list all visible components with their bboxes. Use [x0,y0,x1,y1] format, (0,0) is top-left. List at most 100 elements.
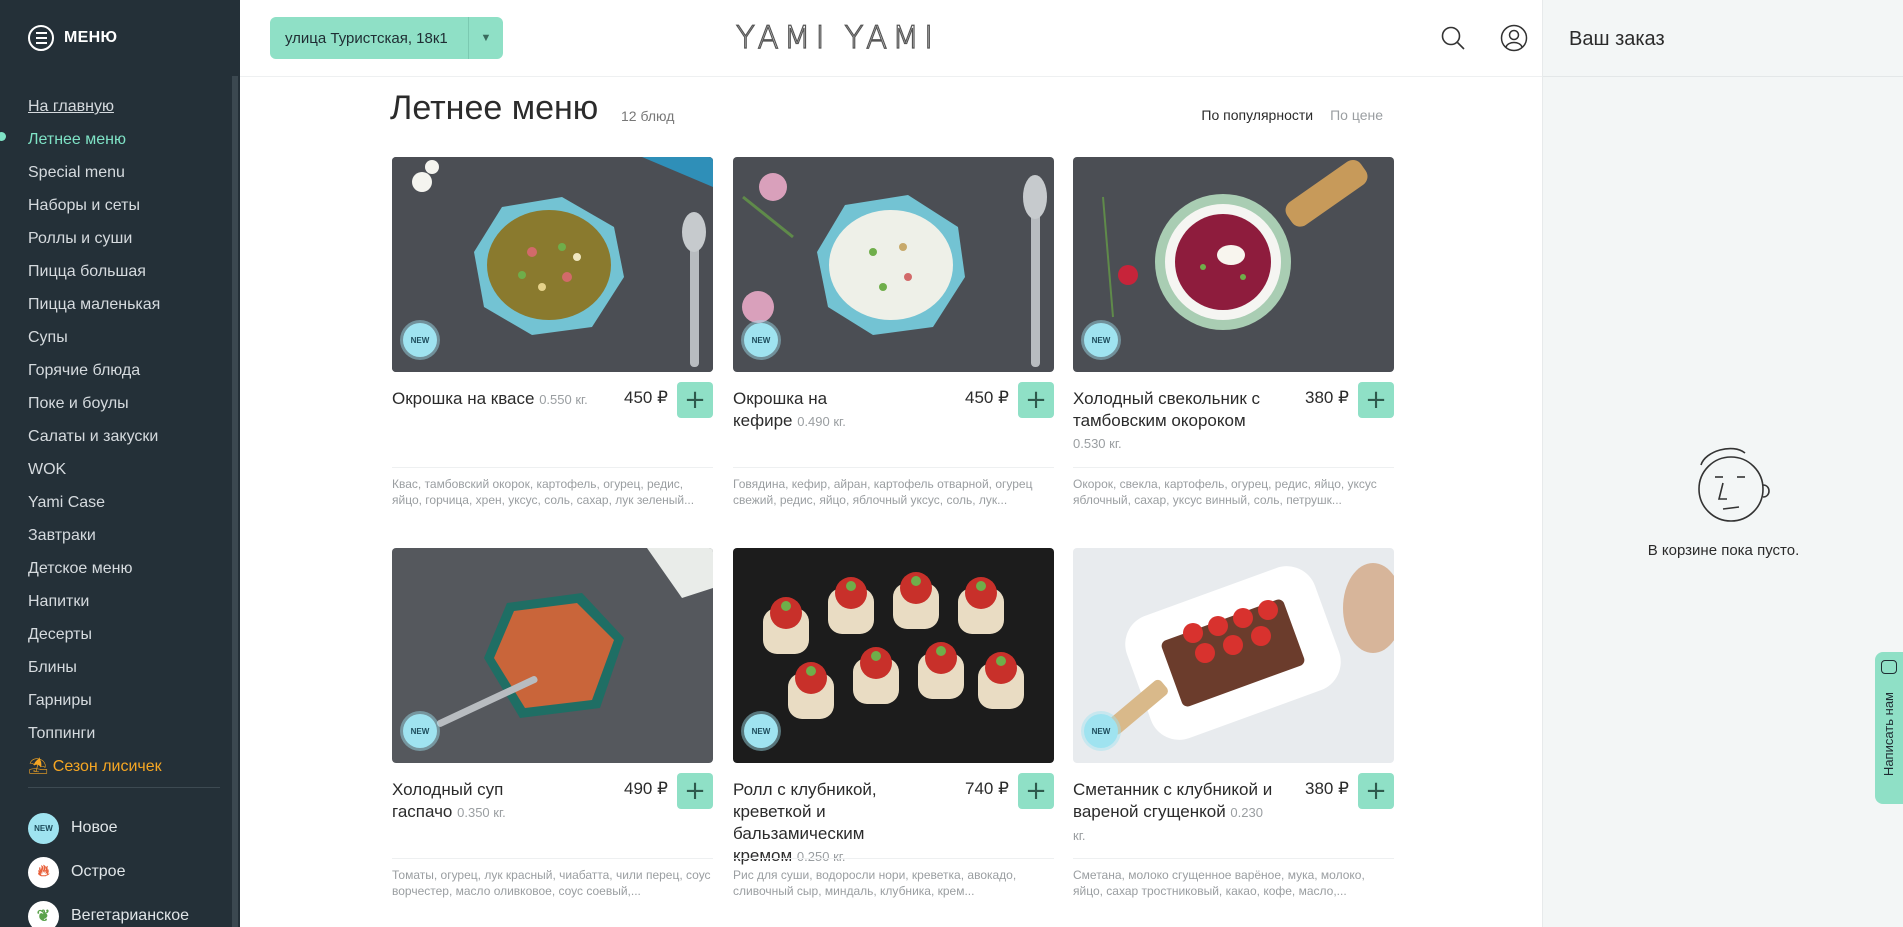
new-badge: NEW [1084,323,1118,357]
address-text: улица Туристская, 18к1 [285,29,448,47]
add-to-cart-button[interactable]: + [1358,382,1394,418]
gazpacho-photo [392,548,713,763]
user-icon[interactable] [1500,24,1528,52]
add-to-cart-button[interactable]: + [677,773,713,809]
sidebar-item-kids[interactable]: Детское меню [28,552,224,585]
card-divider [733,858,1054,859]
product-card[interactable]: NEW Холодный свекольник с тамбовским око… [1073,157,1394,507]
sort-price[interactable]: По цене [1330,107,1383,123]
add-to-cart-button[interactable]: + [1358,773,1394,809]
sidebar-item-rolls[interactable]: Роллы и суши [28,222,224,255]
product-card[interactable]: NEW Холодный суп гаспачо 0.350 кг. 490 ₽… [392,548,713,898]
chevron-down-icon: ▼ [480,32,492,44]
card-divider [1073,467,1394,468]
product-card[interactable]: NEW Сметанник с клубникой и вареной сгущ… [1073,548,1394,898]
product-description: Окорок, свекла, картофель, огурец, редис… [1073,477,1377,507]
product-weight: 0.530 кг. [1073,436,1122,451]
product-price: 450 ₽ [624,388,668,407]
tag-spicy[interactable]: 🔥︎ Острое [28,850,189,894]
sidebar-item-drinks[interactable]: Напитки [28,585,224,618]
cart-divider [1543,76,1903,77]
empty-cart-face-icon [1698,447,1770,522]
product-card[interactable]: NEW Ролл с клубникой, креветкой и бальза… [733,548,1054,898]
product-image[interactable]: NEW [1073,548,1394,763]
add-to-cart-button[interactable]: + [677,382,713,418]
product-image[interactable]: NEW [392,548,713,763]
product-price: 740 ₽ [965,779,1009,798]
sort-options: По популярности По цене [1201,107,1383,123]
product-price: 450 ₽ [965,388,1009,407]
tag-label: Новое [71,819,118,836]
card-divider [1073,858,1394,859]
search-icon[interactable] [1440,25,1466,51]
chat-icon [1881,660,1897,674]
product-price: 380 ₽ [1305,388,1349,407]
sidebar-item-wok[interactable]: WOK [28,453,224,486]
product-image[interactable]: NEW [392,157,713,372]
smetannik-photo [1073,548,1394,763]
cart-panel: Ваш заказ В корзине пока пусто. [1542,0,1903,927]
new-badge: NEW [744,323,778,357]
sidebar-item-sets[interactable]: Наборы и сеты [28,189,224,222]
product-weight: 0.250 кг. [796,849,846,864]
address-selector[interactable]: улица Туристская, 18к1 ▼ [270,17,503,59]
sidebar-item-salads[interactable]: Салаты и закуски [28,420,224,453]
sidebar-item-yami-case[interactable]: Yami Case [28,486,224,519]
product-weight: 0.350 кг. [457,805,506,820]
product-card[interactable]: NEW Окрошка на кефире 0.490 кг. 450 ₽ + … [733,157,1054,507]
sidebar-item-breakfast[interactable]: Завтраки [28,519,224,552]
sidebar-item-soups[interactable]: Супы [28,321,224,354]
sidebar-divider [28,787,220,788]
sidebar-item-sides[interactable]: Гарниры [28,684,224,717]
product-name-text: Окрошка на квасе [392,389,535,408]
header-divider [240,76,1542,77]
sidebar-item-poke[interactable]: Поке и боулы [28,387,224,420]
active-indicator [0,132,6,141]
sidebar-item-chanterelle-season[interactable]: ⛱ Сезон лисичек [28,750,224,783]
sidebar-item-label: Сезон лисичек [52,758,162,775]
product-card[interactable]: NEW Окрошка на квасе 0.550 кг. 450 ₽ + К… [392,157,713,507]
product-image[interactable]: NEW [1073,157,1394,372]
sidebar-item-special-menu[interactable]: Special menu [28,156,224,189]
cart-title: Ваш заказ [1569,28,1665,50]
product-name: Сметанник с клубникой и вареной сгущенко… [1073,779,1273,847]
tag-label: Острое [71,863,126,880]
tag-vegetarian[interactable]: ❦ Вегетарианское [28,894,189,927]
product-description: Квас, тамбовский окорок, картофель, огур… [392,477,695,507]
sidebar-item-pancakes[interactable]: Блины [28,651,224,684]
product-description: Рис для суши, водоросли нори, креветка, … [733,868,1017,898]
add-to-cart-button[interactable]: + [1018,382,1054,418]
product-price: 490 ₽ [624,779,668,798]
sidebar-item-summer-menu[interactable]: Летнее меню [28,123,224,156]
sidebar-item-pizza-large[interactable]: Пицца большая [28,255,224,288]
sidebar-item-hot-dishes[interactable]: Горячие блюда [28,354,224,387]
menu-title: МЕНЮ [64,29,118,46]
sidebar-item-pizza-small[interactable]: Пицца маленькая [28,288,224,321]
product-description: Говядина, кефир, айран, картофель отварн… [733,477,1033,507]
cart-empty-message: В корзине пока пусто. [1647,542,1800,559]
leaf-icon: ❦ [28,900,59,927]
tag-new[interactable]: NEW Новое [28,806,189,850]
mushroom-icon: ⛱ [28,758,49,775]
sidebar-item-home[interactable]: На главную [28,90,224,123]
tag-label: Вегетарианское [71,907,190,924]
logo[interactable]: YAMI YAMI [735,19,938,56]
okroshka-kefir-photo [733,157,1054,372]
sidebar-scrollbar[interactable] [232,76,238,927]
card-divider [733,467,1054,468]
write-us-button[interactable]: Написать нам [1875,652,1903,804]
product-image[interactable]: NEW [733,548,1054,763]
add-to-cart-button[interactable]: + [1018,773,1054,809]
new-badge-icon: NEW [28,812,59,844]
menu-header[interactable]: МЕНЮ [0,0,240,76]
sort-popular[interactable]: По популярности [1201,107,1313,123]
sidebar-item-desserts[interactable]: Десерты [28,618,224,651]
card-divider [392,858,713,859]
product-description: Томаты, огурец, лук красный, чиабатта, ч… [392,868,711,898]
new-badge: NEW [1084,714,1118,748]
menu-icon [28,25,54,51]
sidebar-item-toppings[interactable]: Топпинги [28,717,224,750]
dish-count: 12 блюд [621,108,675,124]
write-us-label: Написать нам [1881,692,1896,777]
product-image[interactable]: NEW [733,157,1054,372]
